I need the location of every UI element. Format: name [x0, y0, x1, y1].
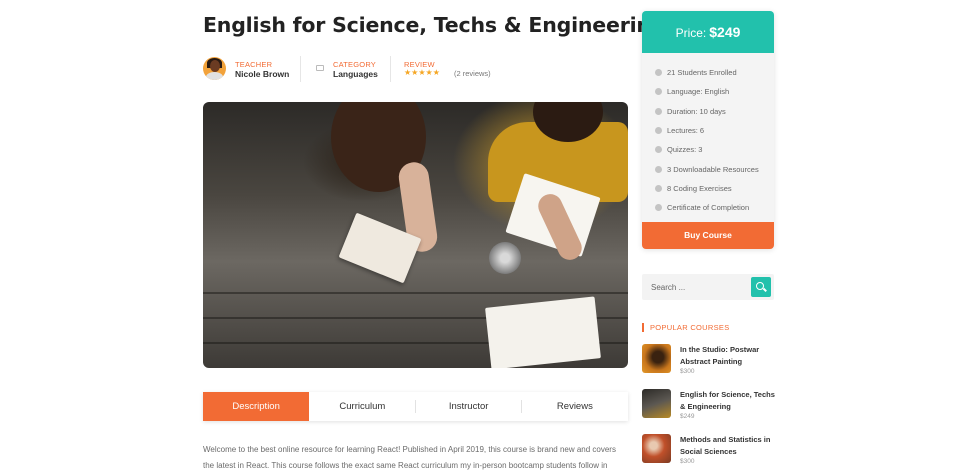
popular-course-name[interactable]: Methods and Statistics in Social Science…: [680, 434, 775, 457]
course-thumbnail[interactable]: [642, 389, 671, 418]
price-value: $249: [709, 24, 741, 40]
globe-icon: [655, 88, 662, 96]
list-item: 3 Downloadable Resources: [655, 159, 759, 178]
popular-courses-heading: POPULAR COURSES: [642, 323, 730, 332]
tab-curriculum[interactable]: Curriculum: [309, 392, 416, 421]
list-item: Lectures: 6: [655, 121, 759, 140]
search-box: [642, 274, 774, 300]
course-tabs: Description Curriculum Instructor Review…: [203, 392, 628, 421]
avatar[interactable]: [203, 57, 226, 80]
clock-icon: [655, 107, 662, 115]
category-value[interactable]: Languages: [333, 69, 378, 79]
page-title: English for Science, Techs & Engineering: [203, 13, 666, 37]
popular-course-item[interactable]: Methods and Statistics in Social Science…: [642, 434, 774, 468]
search-input[interactable]: [651, 280, 746, 294]
popular-course-name[interactable]: English for Science, Techs & Engineering: [680, 389, 775, 412]
teacher-label: TEACHER: [235, 60, 273, 69]
list-item: 8 Coding Exercises: [655, 179, 759, 198]
popular-course-price: $300: [680, 368, 695, 375]
tab-instructor[interactable]: Instructor: [416, 392, 522, 421]
tab-description[interactable]: Description: [203, 392, 310, 421]
popular-course-item[interactable]: In the Studio: Postwar Abstract Painting…: [642, 344, 774, 378]
certificate-icon: [655, 204, 662, 212]
divider: [300, 56, 301, 82]
user-icon: [655, 69, 662, 77]
popular-course-price: $300: [680, 458, 695, 465]
feature-list: 21 Students Enrolled Language: English D…: [655, 63, 759, 217]
popular-course-name[interactable]: In the Studio: Postwar Abstract Painting: [680, 344, 775, 367]
divider: [390, 56, 391, 82]
download-icon: [655, 165, 662, 173]
course-image: [203, 102, 628, 368]
review-count: (2 reviews): [454, 69, 491, 78]
buy-course-button[interactable]: Buy Course: [642, 222, 774, 249]
list-item: 21 Students Enrolled: [655, 63, 759, 82]
popular-course-price: $249: [680, 413, 695, 420]
category-label: CATEGORY: [333, 60, 376, 69]
folder-icon: [316, 65, 324, 71]
price-card: Price: $249 21 Students Enrolled Language…: [642, 11, 774, 249]
list-item: Language: English: [655, 82, 759, 101]
code-icon: [655, 184, 662, 192]
course-thumbnail[interactable]: [642, 344, 671, 373]
list-item: Certificate of Completion: [655, 198, 759, 217]
list-item: Quizzes: 3: [655, 140, 759, 159]
price-label: Price:: [675, 26, 707, 40]
list-item: Duration: 10 days: [655, 102, 759, 121]
course-thumbnail[interactable]: [642, 434, 671, 463]
search-button[interactable]: [751, 277, 771, 297]
teacher-name[interactable]: Nicole Brown: [235, 69, 289, 79]
copy-icon: [655, 127, 662, 135]
puzzle-icon: [655, 146, 662, 154]
course-description: Welcome to the best online resource for …: [203, 445, 616, 470]
course-meta: TEACHER Nicole Brown CATEGORY Languages …: [203, 56, 628, 86]
tab-reviews[interactable]: Reviews: [522, 392, 628, 421]
price-header: Price: $249: [642, 11, 774, 53]
rating-stars-icon: ★★★★★: [404, 68, 440, 77]
popular-course-item[interactable]: English for Science, Techs & Engineering…: [642, 389, 775, 423]
